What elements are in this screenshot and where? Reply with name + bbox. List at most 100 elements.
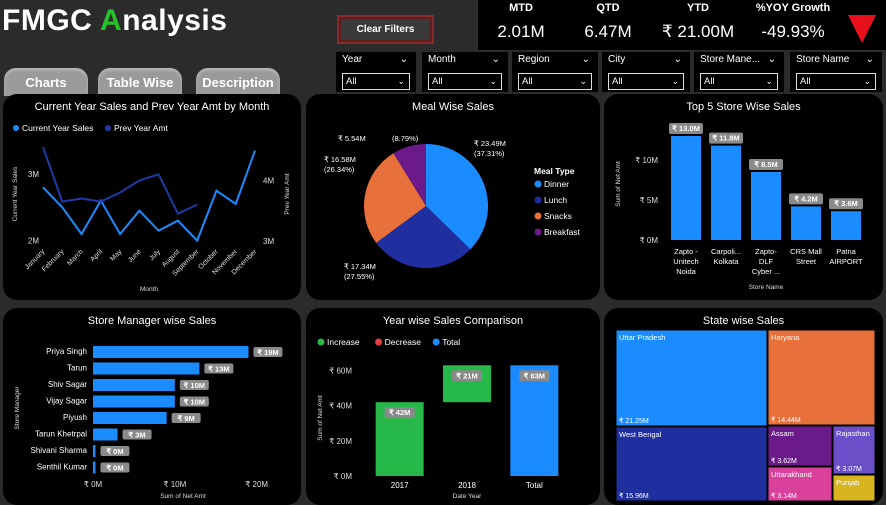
y2-tick-label: 4M <box>263 176 274 185</box>
y-tick-label: Priya Singh <box>46 347 87 356</box>
legend-label: Lunch <box>544 195 567 205</box>
slicer-dropdown[interactable]: All ⌄ <box>608 73 684 90</box>
chevron-down-icon[interactable]: ⌄ <box>397 74 405 89</box>
slicer-store-manager[interactable]: Store Mane... ⌄ All ⌄ <box>694 52 784 92</box>
x-tick-label: ₹ 20M <box>245 480 268 489</box>
x-tick-label: June <box>127 248 143 264</box>
slice-value-label: ₹ 23.49M <box>474 139 506 148</box>
y-tick-label: Shivani Sharma <box>31 446 88 455</box>
x-tick-label: March <box>66 248 85 267</box>
slicer-value: All <box>346 76 357 87</box>
chevron-down-icon[interactable]: ⌄ <box>492 54 500 65</box>
y-tick-label: ₹ 10M <box>635 156 658 165</box>
tab-charts[interactable]: Charts <box>4 68 88 96</box>
slicer-city[interactable]: City ⌄ All ⌄ <box>602 52 690 92</box>
chevron-down-icon[interactable]: ⌄ <box>579 74 587 89</box>
y-tick-label: Tarun Khetrpal <box>35 430 87 439</box>
data-label: ₹ 19M <box>257 348 278 357</box>
x-tick-label: Total <box>526 481 543 490</box>
tab-description[interactable]: Description <box>196 68 280 96</box>
y-tick-label: ₹ 60M <box>329 367 352 376</box>
store-manager-bar-chart[interactable]: Priya Singh ₹ 19M Tarun ₹ 13M Shiv Sagar ₹ 10… <box>3 308 301 505</box>
slicer-dropdown[interactable]: All ⌄ <box>700 73 778 90</box>
data-label: ₹ 13M <box>208 365 229 374</box>
chevron-down-icon[interactable]: ⌄ <box>400 54 408 65</box>
legend-marker <box>317 338 325 346</box>
chevron-down-icon[interactable]: ⌄ <box>863 74 871 89</box>
year-waterfall-chart[interactable]: Increase Decrease Total ₹ 0M ₹ 20M ₹ 40M ₹ 60M… <box>306 308 600 505</box>
treemap-label: Punjab <box>836 478 859 487</box>
data-label: ₹ 3M <box>128 431 145 440</box>
kpi-value: 6.47M <box>584 22 632 41</box>
x-axis-label: Store Name <box>749 284 784 291</box>
x-tick-label: 2017 <box>391 481 409 490</box>
treemap-cell <box>767 329 876 426</box>
series-line <box>42 150 256 243</box>
y-tick-label: ₹ 0M <box>334 472 353 481</box>
chevron-down-icon[interactable]: ⌄ <box>489 74 497 89</box>
chevron-down-icon[interactable]: ⌄ <box>671 74 679 89</box>
legend-marker <box>13 125 19 131</box>
chevron-down-icon[interactable]: ⌄ <box>674 54 682 65</box>
treemap-value: ₹ 3.14M <box>771 492 797 500</box>
panel-meal-wise: Meal Wise Sales ₹ 23.49M (37.31%) ₹ 17.34M… <box>306 94 600 300</box>
slicer-year[interactable]: Year ⌄ All ⌄ <box>336 52 416 92</box>
legend-label: Total <box>442 337 460 347</box>
legend-marker <box>534 180 542 188</box>
clear-filters-button[interactable]: Clear Filters <box>337 15 434 44</box>
slice-value-label: ₹ 16.58M <box>324 155 356 164</box>
bar <box>93 461 96 474</box>
x-tick-label: 2018 <box>458 481 476 490</box>
treemap-value: ₹ 21.25M <box>619 417 649 425</box>
treemap-label: Uttar Pradesh <box>619 333 665 342</box>
y-axis-label: Store Manager <box>14 386 21 430</box>
data-label: ₹ 8.5M <box>754 160 778 169</box>
data-label: ₹ 10M <box>184 381 205 390</box>
chevron-down-icon[interactable]: ⌄ <box>768 54 776 65</box>
slicer-region[interactable]: Region ⌄ All ⌄ <box>512 52 598 92</box>
tab-table-wise[interactable]: Table Wise <box>98 68 182 96</box>
slicer-dropdown[interactable]: All ⌄ <box>796 73 876 90</box>
slicer-month[interactable]: Month ⌄ All ⌄ <box>422 52 508 92</box>
slicer-dropdown[interactable]: All ⌄ <box>518 73 592 90</box>
slicer-value: All <box>432 76 443 87</box>
slicer-value: All <box>704 76 715 87</box>
kpi-ytd: YTD ₹ 21.00M <box>654 0 742 42</box>
chevron-down-icon[interactable]: ⌄ <box>866 54 874 65</box>
treemap-value: ₹ 3.07M <box>836 465 862 473</box>
bar <box>751 172 781 240</box>
legend-marker <box>534 228 542 236</box>
slicer-value: All <box>522 76 533 87</box>
data-label: ₹ 10M <box>184 398 205 407</box>
bar <box>93 445 96 457</box>
slicer-label: Store Mane... <box>700 54 761 65</box>
bar <box>93 412 167 424</box>
x-tick-label: Carpoli... <box>711 247 741 256</box>
top-stores-bar-chart[interactable]: ₹ 0M ₹ 5M ₹ 10M Sum of Net Amt ₹ 13.0M Zapto … <box>604 94 883 300</box>
y-tick-label: ₹ 5M <box>640 196 659 205</box>
y-tick-label: ₹ 20M <box>329 437 352 446</box>
data-label: ₹ 0M <box>106 464 123 473</box>
kpi-value: -49.93% <box>761 22 825 41</box>
data-label: ₹ 21M <box>456 371 477 380</box>
legend-marker <box>534 212 542 220</box>
slicer-dropdown[interactable]: All ⌄ <box>342 73 410 90</box>
meal-wise-pie-chart[interactable]: ₹ 23.49M(37.31%) ₹ 17.34M(27.55%) ₹ 16.58M… <box>306 94 600 300</box>
kpi-label: MTD <box>509 2 533 14</box>
slice-value-label: ₹ 17.34M <box>344 262 376 271</box>
monthly-sales-line-chart[interactable]: Current Year Sales Prev Year AmtCurrent Y… <box>3 94 301 300</box>
legend-label: Prev Year Amt <box>114 123 169 133</box>
chevron-down-icon[interactable]: ⌄ <box>765 74 773 89</box>
chevron-down-icon[interactable]: ⌄ <box>582 54 590 65</box>
x-tick-label: DLF <box>759 257 774 266</box>
legend-marker <box>432 338 440 346</box>
x-axis-label: Date Year <box>453 493 482 500</box>
panel-monthly-sales: Current Year Sales and Prev Year Amt by … <box>3 94 301 300</box>
data-label: ₹ 3.6M <box>834 199 858 208</box>
state-treemap-chart[interactable]: Uttar Pradesh ₹ 21.25M West Bengal ₹ 15.96M… <box>604 308 883 505</box>
slicer-store-name[interactable]: Store Name ⌄ All ⌄ <box>790 52 882 92</box>
slicer-dropdown[interactable]: All ⌄ <box>428 73 502 90</box>
bar <box>711 145 741 240</box>
y-tick-label: 3M <box>28 170 39 179</box>
treemap-label: West Bengal <box>619 430 662 439</box>
